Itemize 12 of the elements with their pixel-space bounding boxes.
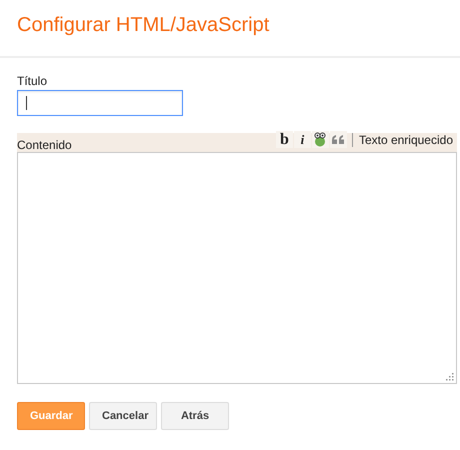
title-label: Título xyxy=(17,74,48,88)
action-button[interactable]: Atrás xyxy=(161,402,229,430)
title-input[interactable] xyxy=(17,90,183,116)
content-label: Contenido xyxy=(17,138,72,152)
page-title: Configurar HTML/JavaScript xyxy=(17,14,270,38)
rich-text-link[interactable]: Texto enriquecido xyxy=(358,132,457,146)
italic-button[interactable]: i xyxy=(294,131,311,148)
bold-button[interactable]: b xyxy=(276,131,293,148)
resize-grip-icon[interactable] xyxy=(446,373,454,381)
action-button[interactable]: Cancelar xyxy=(89,402,157,430)
quote-icon[interactable] xyxy=(332,135,344,144)
frog-icon[interactable] xyxy=(313,132,328,147)
